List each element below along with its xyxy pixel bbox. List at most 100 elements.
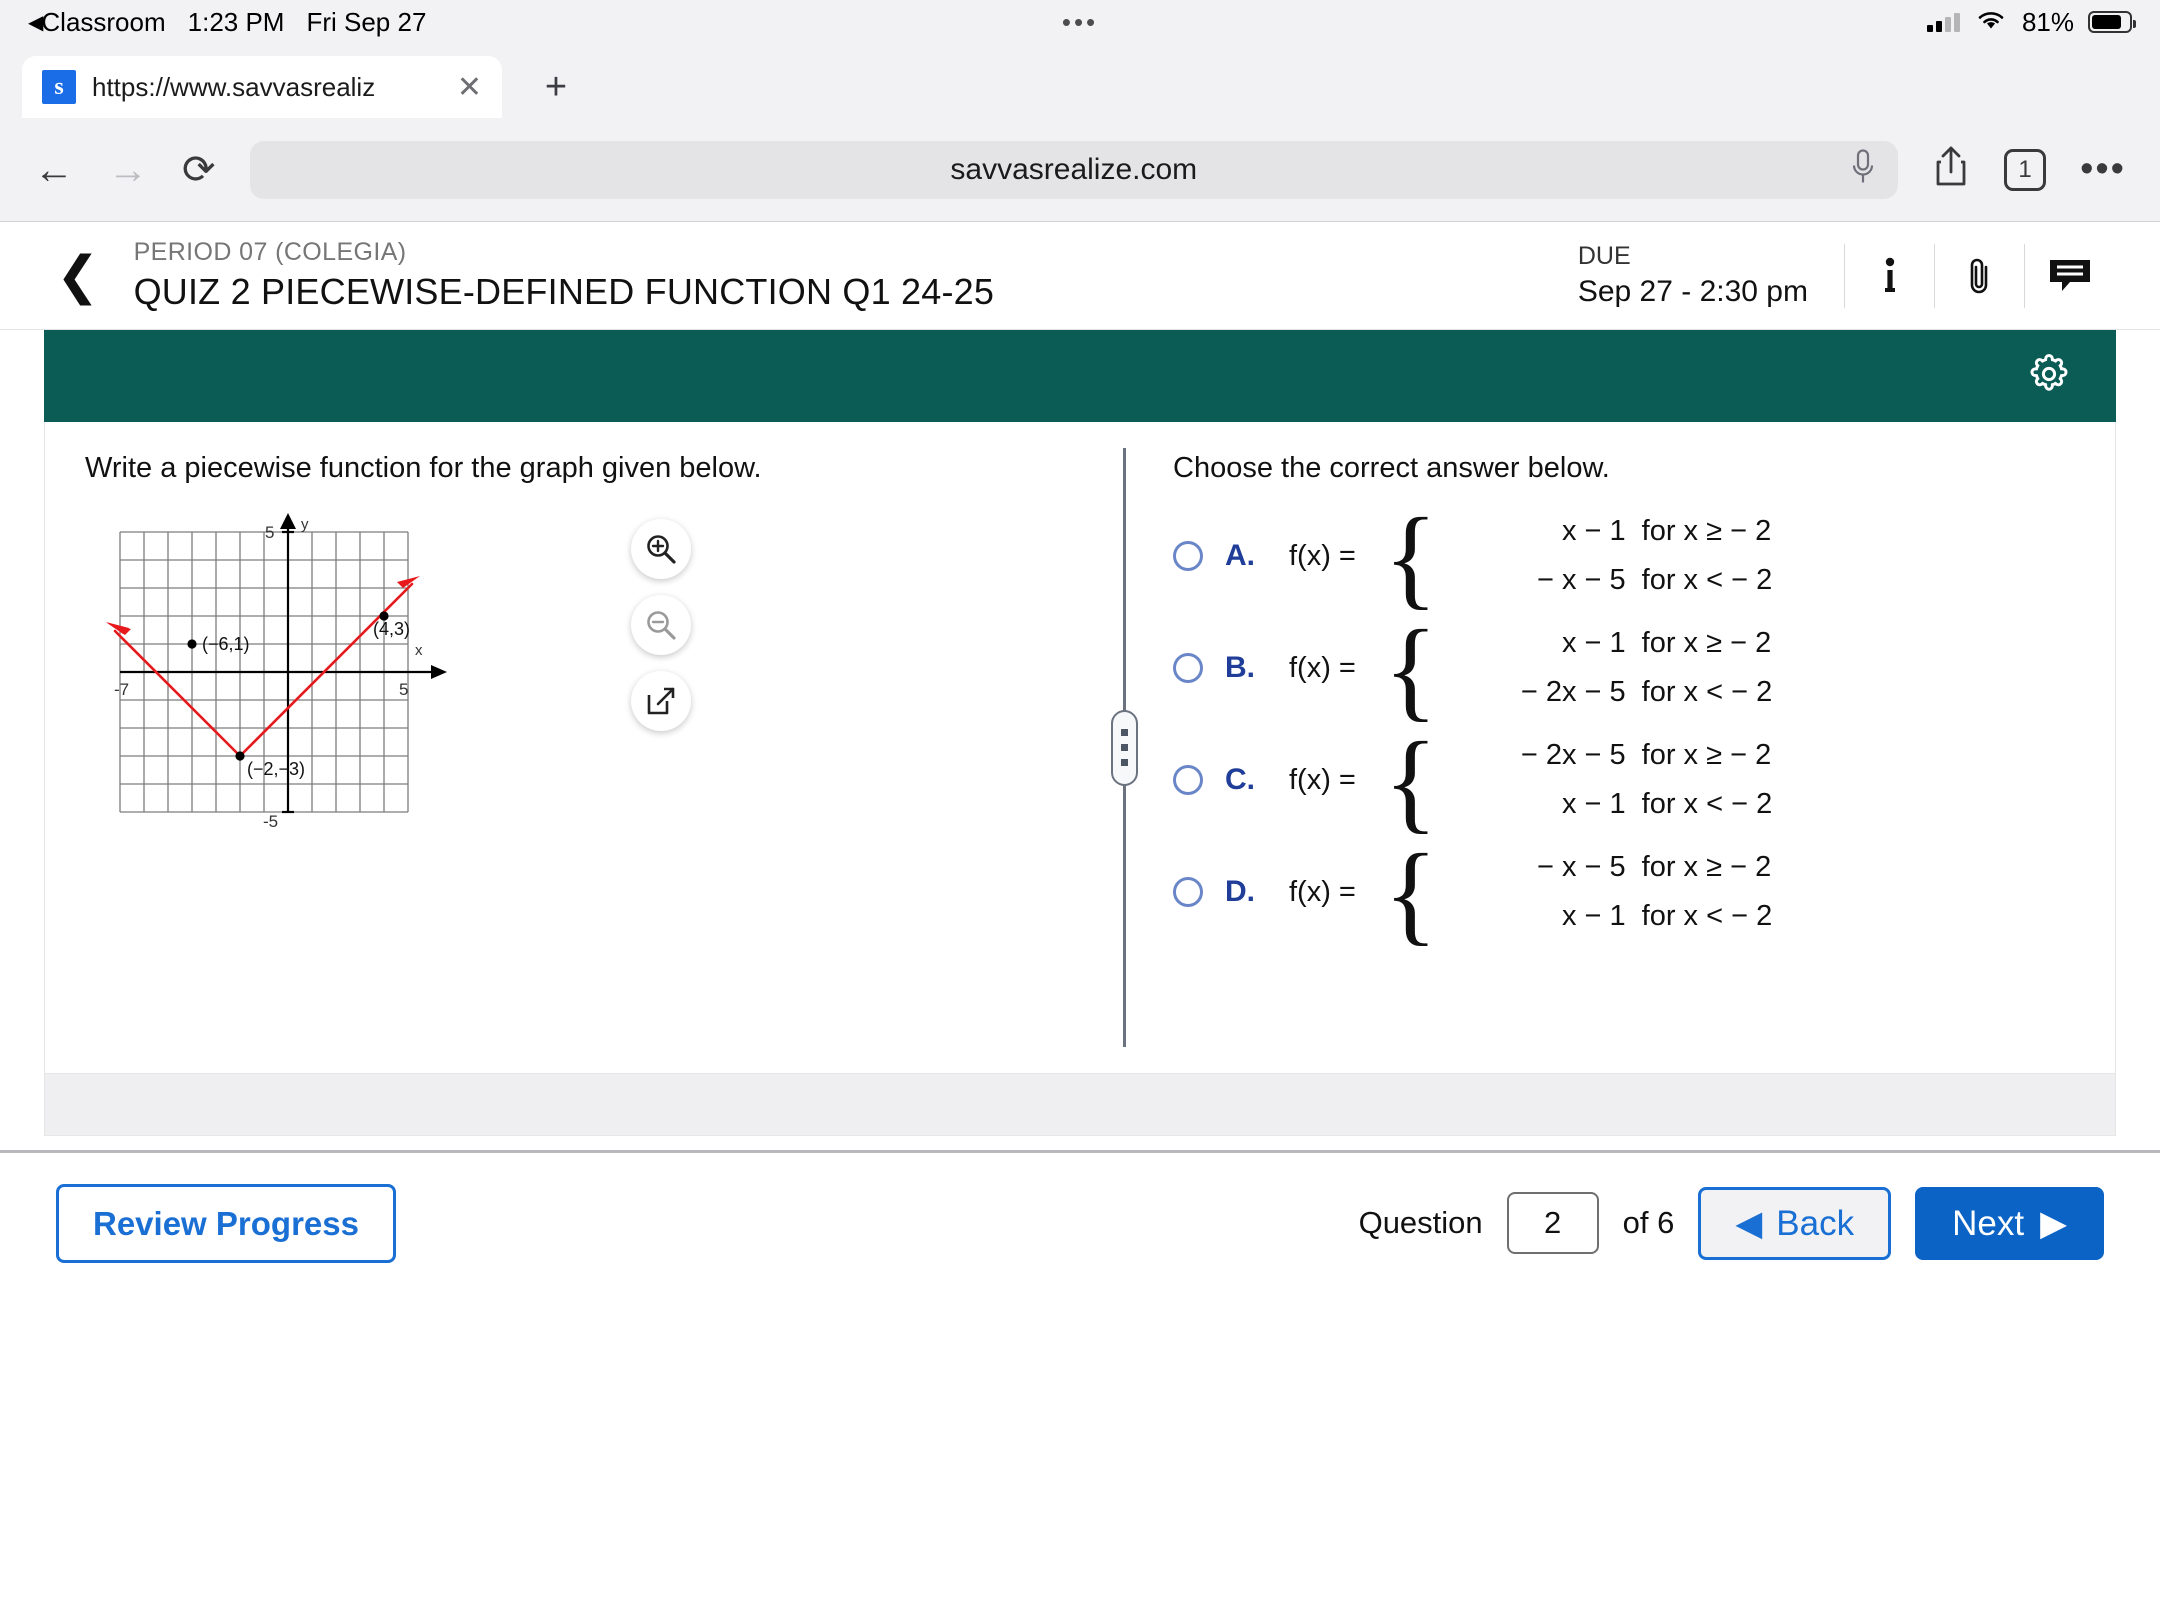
gear-icon[interactable] — [2026, 351, 2072, 402]
choice-letter-b: B. — [1225, 651, 1255, 684]
case-expr: − x − 5 — [1536, 564, 1626, 596]
forward-arrow-icon[interactable]: → — [108, 150, 148, 190]
question-total-label: of 6 — [1622, 1205, 1675, 1240]
browser-toolbar: ← → ⟳ savvasrealize.com 1 ••• — [0, 118, 2160, 222]
zoom-out-icon[interactable] — [631, 595, 691, 655]
question-prompt: Write a piecewise function for the graph… — [85, 452, 762, 484]
reload-icon[interactable]: ⟳ — [182, 150, 216, 190]
case-expr: − 2x − 5 — [1520, 676, 1626, 708]
fx-label-d: f(x) = — [1289, 875, 1356, 908]
answer-choice-b[interactable]: B. f(x) = { x − 1 for x ≥ − 2 − 2x − 5 f… — [1173, 614, 2115, 726]
savvas-favicon-icon: s — [42, 70, 76, 104]
browser-tab-strip: s https://www.savvasrealiz ✕ + — [0, 44, 2160, 118]
comments-icon[interactable] — [2024, 243, 2114, 308]
case-cond: for x < − 2 — [1641, 676, 1773, 708]
case-row: x − 1 for x < − 2 — [1464, 900, 1773, 933]
exercise-body: Write a piecewise function for the graph… — [44, 422, 2116, 1074]
microphone-icon[interactable] — [1850, 147, 1876, 192]
status-date: Fri Sep 27 — [306, 6, 427, 37]
answer-choice-a[interactable]: A. f(x) = { x − 1 for x ≥ − 2 − x − 5 fo… — [1173, 502, 2115, 614]
address-bar-url: savvasrealize.com — [950, 152, 1198, 186]
due-label: DUE — [1577, 242, 1631, 270]
radio-a[interactable] — [1173, 541, 1203, 571]
graph-container: y x 5 -5 -7 5 (−6,1) (4,3) (−2,−3) — [85, 507, 1123, 842]
point-neg2-neg3 — [235, 751, 245, 761]
piecewise-graph[interactable]: y x 5 -5 -7 5 (−6,1) (4,3) (−2,−3) — [85, 507, 585, 837]
back-to-app-link[interactable]: ◀ Classroom — [28, 7, 166, 38]
choice-letter-c: C. — [1225, 763, 1255, 796]
x-tick-5: 5 — [399, 680, 408, 699]
due-value: Sep 27 - 2:30 pm — [1577, 275, 1808, 308]
y-tick-neg5: -5 — [263, 812, 278, 831]
assignment-back-button[interactable]: ❮ — [56, 250, 100, 302]
case-row: − x − 5 for x < − 2 — [1464, 564, 1773, 597]
case-cond: for x < − 2 — [1641, 788, 1773, 820]
case-row: − 2x − 5 for x ≥ − 2 — [1464, 739, 1773, 772]
close-tab-icon[interactable]: ✕ — [457, 70, 482, 105]
new-tab-button[interactable]: + — [514, 56, 598, 118]
back-button-label: Back — [1776, 1203, 1855, 1243]
case-cond: for x < − 2 — [1641, 564, 1773, 596]
x-axis-arrow — [431, 665, 447, 679]
share-icon[interactable] — [1932, 144, 1970, 195]
tab-title: https://www.savvasrealiz — [92, 71, 376, 102]
more-options-icon[interactable]: ••• — [2080, 150, 2126, 188]
case-cond: for x < − 2 — [1641, 900, 1773, 932]
exercise-toolbar — [44, 330, 2116, 422]
popout-icon[interactable] — [631, 671, 691, 731]
radio-b[interactable] — [1173, 653, 1203, 683]
case-expr: − 2x − 5 — [1520, 739, 1626, 771]
page-title: QUIZ 2 PIECEWISE-DEFINED FUNCTION Q1 24-… — [133, 271, 995, 312]
next-arrow-glyph: ▶ — [2040, 1203, 2067, 1243]
case-expr: x − 1 — [1561, 788, 1626, 820]
question-number-input[interactable] — [1506, 1192, 1599, 1254]
browser-tab[interactable]: s https://www.savvasrealiz ✕ — [22, 56, 502, 118]
pane-splitter[interactable] — [1111, 448, 1138, 1047]
ios-status-bar: ◀ Classroom 1:23 PM Fri Sep 27 ••• 81% — [0, 0, 2160, 44]
fx-label-b: f(x) = — [1289, 651, 1356, 684]
next-button[interactable]: Next ▶ — [1915, 1186, 2104, 1260]
back-arrow-icon[interactable]: ← — [34, 150, 74, 190]
back-button[interactable]: ◀ Back — [1698, 1186, 1892, 1260]
case-cond: for x ≥ − 2 — [1641, 739, 1772, 771]
case-row: x − 1 for x < − 2 — [1464, 788, 1773, 821]
graph-tools — [631, 519, 691, 731]
back-app-label: Classroom — [41, 6, 166, 37]
navigation-footer: Review Progress Question of 6 ◀ Back Nex… — [0, 1153, 2160, 1293]
fx-label-a: f(x) = — [1289, 539, 1356, 572]
question-label: Question — [1358, 1205, 1483, 1240]
attachment-icon[interactable] — [1934, 243, 2024, 308]
wifi-icon — [1974, 6, 2008, 39]
answer-choice-c[interactable]: C. f(x) = { − 2x − 5 for x ≥ − 2 x − 1 f… — [1173, 726, 2115, 838]
period-label: PERIOD 07 (COLEGIA) — [133, 238, 407, 266]
answer-choice-d[interactable]: D. f(x) = { − x − 5 for x ≥ − 2 x − 1 fo… — [1173, 838, 2115, 950]
case-row: x − 1 for x ≥ − 2 — [1464, 515, 1773, 548]
review-progress-button[interactable]: Review Progress — [56, 1183, 396, 1263]
y-tick-5: 5 — [265, 523, 274, 542]
annotation-neg6-1: (−6,1) — [202, 634, 250, 654]
x-axis-label: x — [415, 642, 423, 659]
radio-d[interactable] — [1173, 877, 1203, 907]
cellular-signal-icon — [1926, 12, 1960, 32]
status-time: 1:23 PM — [187, 6, 285, 37]
case-cond: for x ≥ − 2 — [1641, 851, 1772, 883]
case-cond: for x ≥ − 2 — [1641, 515, 1772, 547]
splitter-grip-handle[interactable] — [1111, 709, 1138, 786]
address-bar[interactable]: savvasrealize.com — [249, 140, 1899, 199]
info-icon[interactable] — [1844, 243, 1934, 308]
choice-letter-a: A. — [1225, 539, 1255, 572]
case-row: − x − 5 for x ≥ − 2 — [1464, 851, 1773, 884]
case-expr: x − 1 — [1561, 900, 1626, 932]
radio-c[interactable] — [1173, 765, 1203, 795]
tab-overview-button[interactable]: 1 — [2004, 148, 2047, 191]
choice-letter-d: D. — [1225, 875, 1255, 908]
y-axis-label: y — [301, 516, 309, 533]
case-expr: − x − 5 — [1536, 851, 1626, 883]
point-neg6-1 — [187, 639, 197, 649]
case-row: x − 1 for x ≥ − 2 — [1464, 627, 1773, 660]
due-block: DUE Sep 27 - 2:30 pm — [1578, 242, 1844, 309]
battery-percent-label: 81% — [2021, 6, 2074, 37]
zoom-in-icon[interactable] — [631, 519, 691, 579]
fx-label-c: f(x) = — [1289, 763, 1356, 796]
annotation-neg2-neg3: (−2,−3) — [247, 759, 305, 779]
